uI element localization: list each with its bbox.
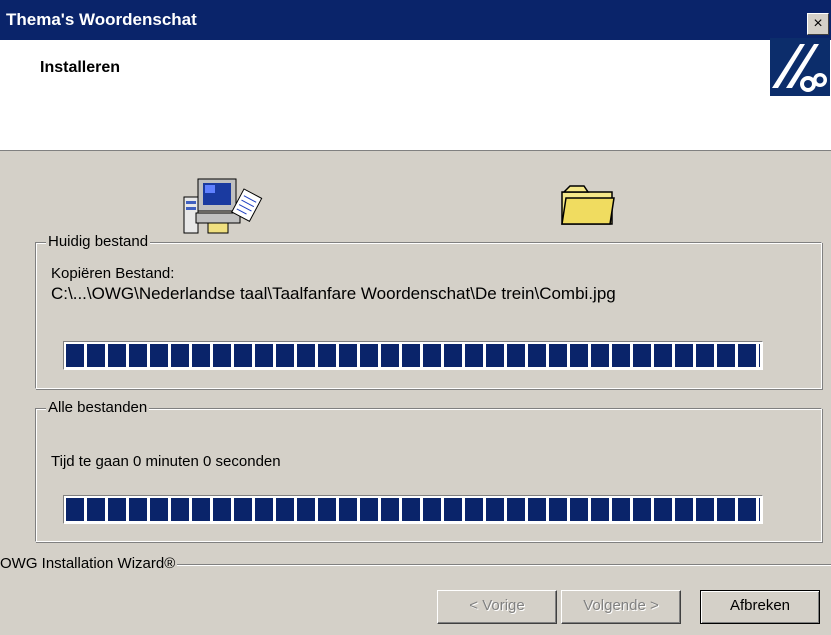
all-files-progress-fill [66, 498, 760, 521]
time-remaining-label: Tijd te gaan 0 minuten 0 seconden [51, 453, 281, 470]
close-button[interactable]: × [807, 13, 829, 35]
next-button[interactable]: Volgende > [561, 590, 681, 624]
current-file-group: Huidig bestand Kopiëren Bestand: C:\...\… [35, 233, 822, 389]
current-file-legend: Huidig bestand [46, 233, 151, 251]
previous-button[interactable]: < Vorige [437, 590, 557, 624]
all-files-progress [63, 495, 763, 524]
folder-icon [560, 182, 616, 230]
current-file-progress [63, 341, 763, 370]
current-file-progress-fill [66, 344, 760, 367]
cancel-button[interactable]: Afbreken [700, 590, 820, 624]
all-files-group: Alle bestanden Tijd te gaan 0 minuten 0 … [35, 399, 822, 542]
page-title: Installeren [40, 59, 121, 76]
close-icon: × [813, 15, 823, 32]
copy-action-label: Kopiëren Bestand: [51, 265, 175, 282]
all-files-legend: Alle bestanden [46, 399, 150, 417]
file-path-label: C:\...\OWG\Nederlandse taal\Taalfanfare … [51, 284, 616, 303]
computer-copy-icon [178, 175, 273, 241]
title-bar: Thema's Woordenschat × [0, 0, 831, 40]
wizard-header: Installeren [0, 40, 831, 151]
window-title: Thema's Woordenschat [6, 10, 197, 29]
wizard-brand-label: OWG Installation Wizard® [0, 555, 178, 572]
owg-logo-icon [770, 38, 830, 96]
